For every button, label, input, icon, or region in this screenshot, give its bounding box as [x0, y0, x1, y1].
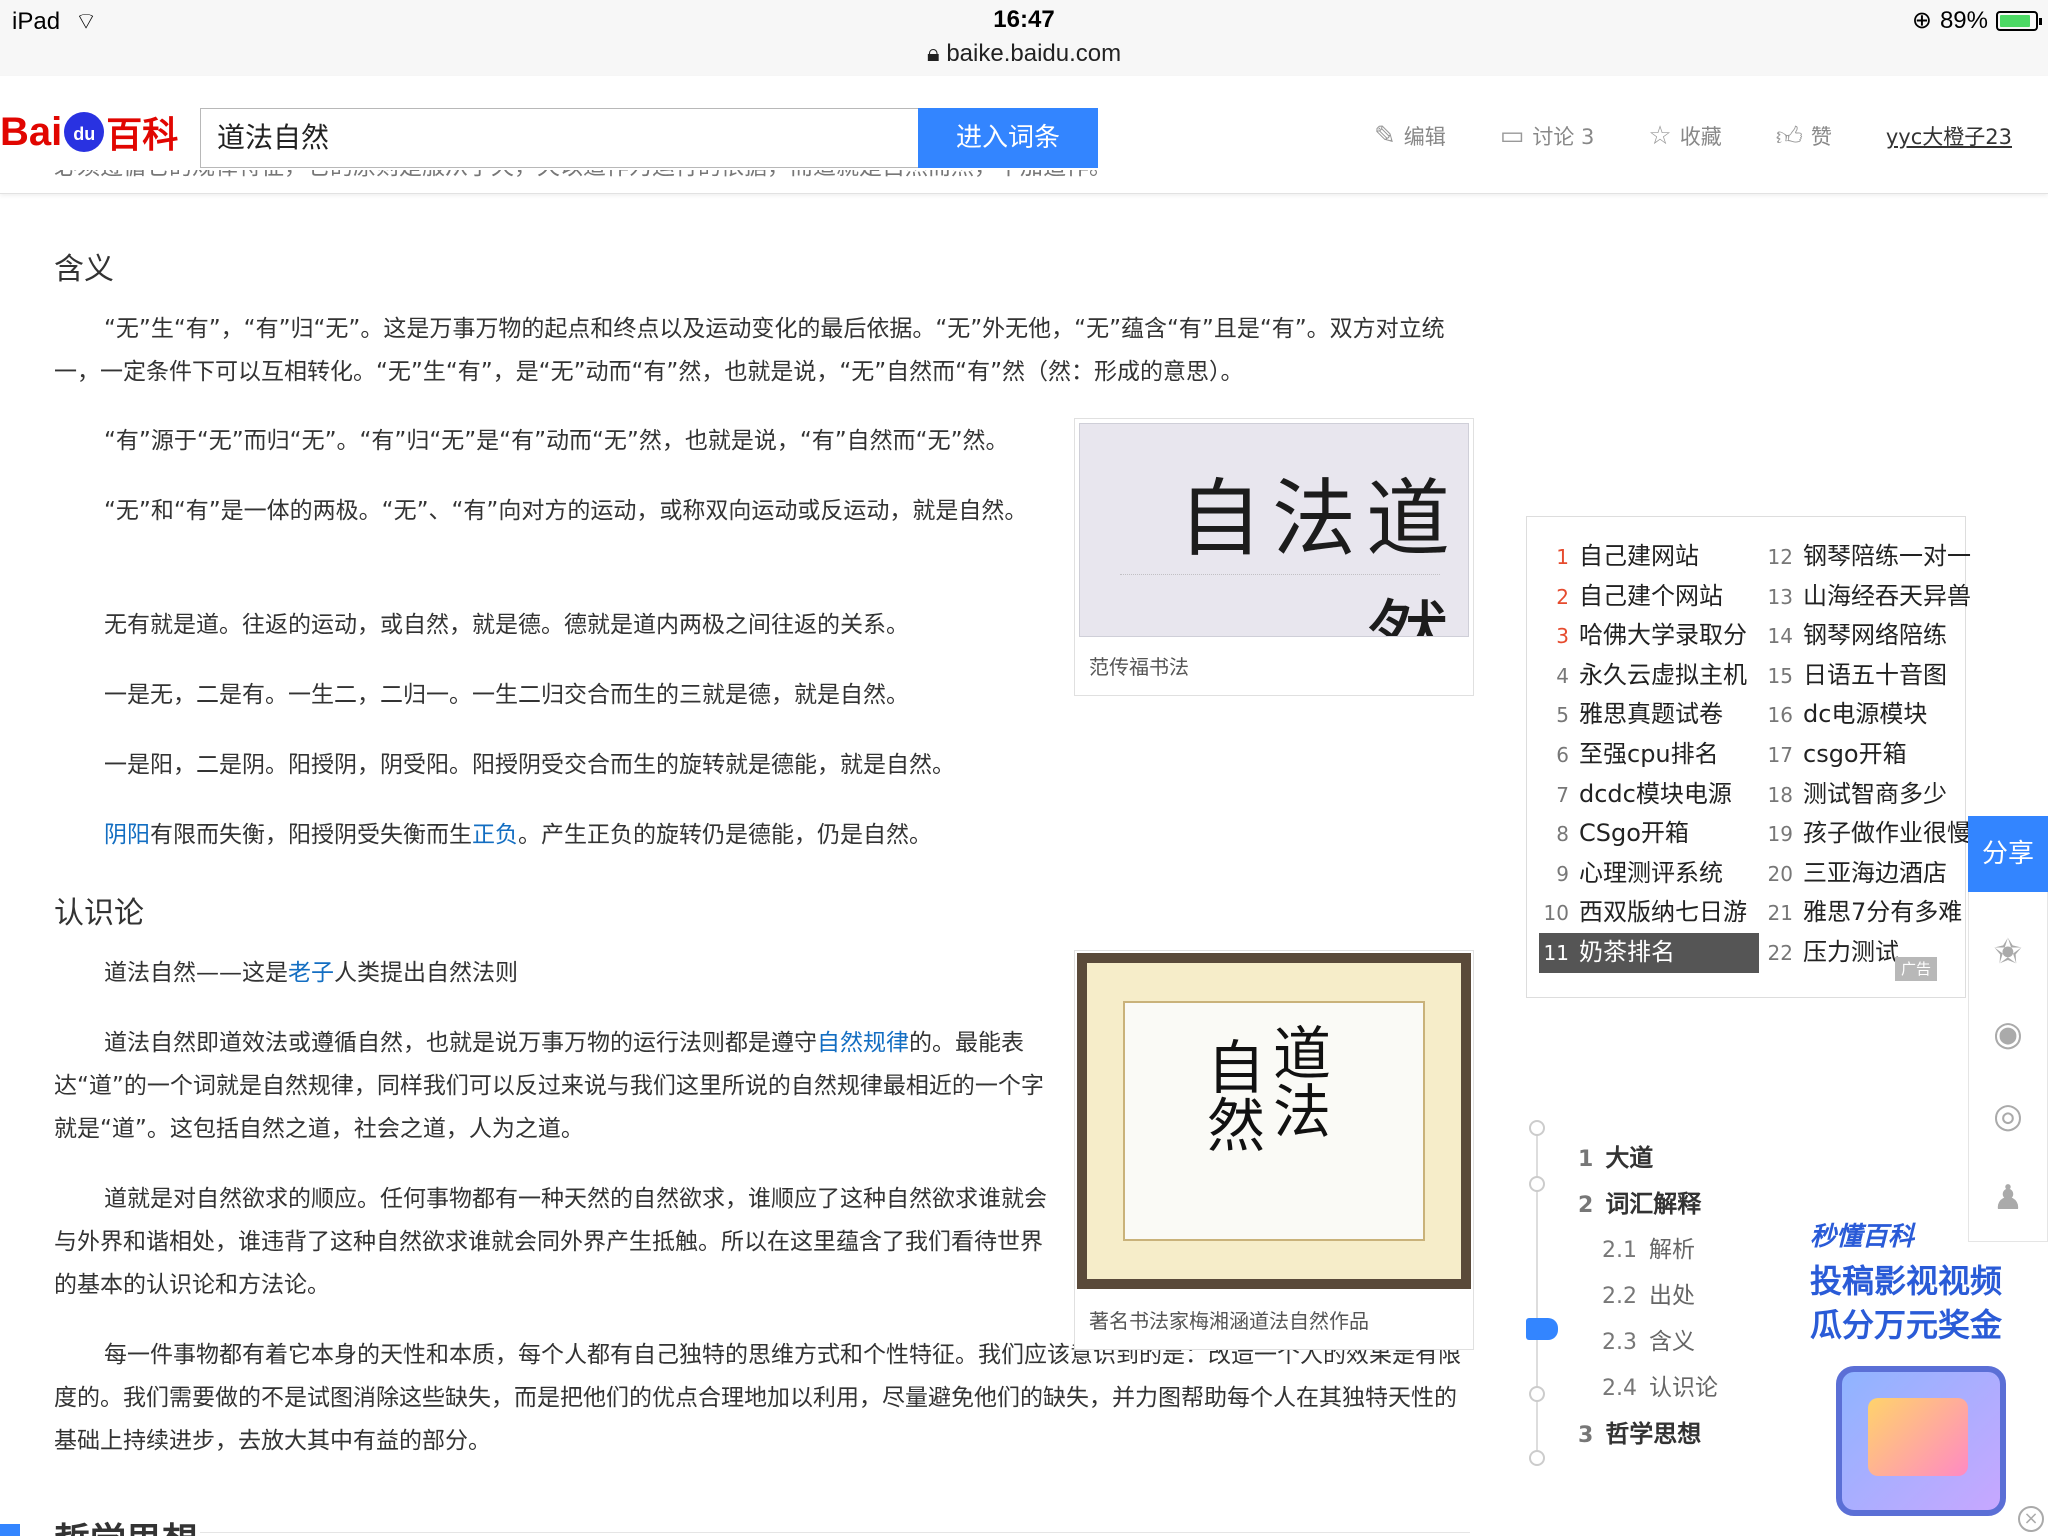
- toc-current-marker: [1526, 1318, 1558, 1340]
- entry-actions: ✎ 编辑 ▭ 讨论 3 ☆ 收藏 👍︎ 赞 yyc大橙子23: [1374, 116, 2048, 156]
- share-button[interactable]: 分享: [1968, 816, 2048, 892]
- enter-entry-button[interactable]: 进入词条: [918, 108, 1098, 168]
- ad-line-1: 投稿影视视频: [1810, 1262, 2003, 1300]
- link-yinyang[interactable]: 阴阳: [104, 822, 150, 848]
- framed-calligraphy-image-2: 道法 自然: [1077, 953, 1471, 1289]
- link-natural-law[interactable]: 自然规律: [817, 1030, 909, 1056]
- qq-icon[interactable]: ♟: [1969, 1178, 2047, 1218]
- ad-line-2: 瓜分万元奖金: [1810, 1306, 2003, 1344]
- hot-list-left: 1 自己建网站 2 自己建个网站 3 哈佛大学录取分 4 永久云虚拟主机 5 雅思真题试卷 6 至强c…: [1539, 537, 1759, 973]
- hot-search-item[interactable]: 16 dc电源模块: [1763, 695, 1983, 735]
- hot-search-item[interactable]: 5 雅思真题试卷: [1539, 695, 1759, 735]
- weibo-icon[interactable]: ◉: [1969, 1014, 2047, 1054]
- paragraph: 道法自然即道效法或遵循自然，也就是说万事万物的运行法则都是遵守自然规律的。最能表…: [54, 1030, 1044, 1142]
- share-icons: ✬ ◉ ◎ ♟: [1968, 892, 2048, 1242]
- ios-status-bar: iPad ⌔ 16:47 🔒︎ baike.baidu.com ⊕ 89%: [0, 0, 2048, 76]
- section-heading-epistemology: 认识论: [54, 896, 144, 931]
- favorite-button[interactable]: ☆ 收藏: [1648, 121, 1721, 151]
- toc-item[interactable]: 2.3 含义: [1602, 1322, 1695, 1356]
- star-icon: ☆: [1648, 121, 1672, 151]
- paw-icon: du: [64, 112, 105, 152]
- wechat-icon[interactable]: ◎: [1969, 1096, 2047, 1136]
- hot-search-item[interactable]: 8 CSgo开箱: [1539, 814, 1759, 854]
- search-input[interactable]: 道法自然: [200, 108, 918, 168]
- paragraph: 一是阳，二是阴。阳授阴，阴受阳。阳授阴受交合而生的旋转就是德能，就是自然。: [104, 752, 955, 778]
- tv-illustration: [1836, 1366, 2006, 1516]
- image-caption: 范传福书法: [1089, 655, 1189, 679]
- paragraph: 道就是对自然欲求的顺应。任何事物都有一种天然的自然欲求，谁顺应了这种自然欲求谁就…: [54, 1186, 1047, 1298]
- user-link[interactable]: yyc大橙子23: [1886, 121, 2012, 151]
- image-caption: 著名书法家梅湘涵道法自然作品: [1089, 1309, 1369, 1333]
- image-figure-1[interactable]: 道法自然 范传福书法: [1074, 418, 1474, 696]
- discuss-button[interactable]: ▭ 讨论 3: [1500, 121, 1595, 151]
- comment-icon: ▭: [1499, 121, 1525, 151]
- toc-item[interactable]: 2.2 出处: [1602, 1276, 1695, 1310]
- toc-item[interactable]: 2.1 解析: [1602, 1230, 1695, 1264]
- section-heading-meaning: 含义: [54, 252, 114, 287]
- hot-search-item[interactable]: 7 dcdc模块电源: [1539, 775, 1759, 815]
- hot-search-item[interactable]: 21 雅思7分有多难: [1763, 893, 1983, 933]
- link-zhengfu[interactable]: 正负: [472, 822, 518, 848]
- hot-search-item[interactable]: 17 csgo开箱: [1763, 735, 1983, 775]
- pencil-icon: ✎: [1373, 121, 1396, 151]
- next-section-heading: 哲学思想: [0, 1508, 1470, 1536]
- toc-item[interactable]: 1 大道: [1578, 1138, 1653, 1173]
- hot-search-item[interactable]: 11 奶茶排名: [1539, 932, 1759, 973]
- lock-icon: 🔒︎: [926, 40, 940, 67]
- hot-search-item[interactable]: 13 山海经吞天异兽: [1763, 577, 1983, 617]
- link-laozi[interactable]: 老子: [288, 960, 334, 986]
- battery-icon: [1996, 10, 2042, 31]
- edit-button[interactable]: ✎ 编辑: [1374, 121, 1446, 151]
- like-button[interactable]: 👍︎ 赞: [1776, 121, 1832, 152]
- miaodong-baike-ad[interactable]: 秒懂百科 投稿影视视频 瓜分万元奖金 ×: [1810, 1216, 2048, 1536]
- paragraph: 每一件事物都有着它本身的天性和本质，每个人都有自己独特的思维方式和个性特征。我们…: [54, 1342, 1461, 1454]
- hot-search-item[interactable]: 15 日语五十音图: [1763, 656, 1983, 696]
- paragraph: “无”和“有”是一体的两极。“无”、“有”向对方的运动，或称双向运动或反运动，就…: [104, 498, 1028, 524]
- hot-search-item[interactable]: 14 钢琴网络陪练: [1763, 616, 1983, 656]
- calligraphy-image-1: 道法自然: [1079, 423, 1469, 637]
- paragraph: “有”源于“无”而归“无”。“有”归“无”是“有”动而“无”然，也就是说，“有”…: [104, 428, 1009, 454]
- hot-search-item[interactable]: 19 孩子做作业很慢: [1763, 814, 1983, 854]
- close-icon[interactable]: ×: [2018, 1506, 2044, 1532]
- hot-search-item[interactable]: 10 西双版纳七日游: [1539, 893, 1759, 933]
- hot-search-item[interactable]: 1 自己建网站: [1539, 537, 1759, 577]
- paragraph: 道法自然——这是老子人类提出自然法则: [104, 960, 518, 986]
- hot-list-right: 12 钢琴陪练一对一 13 山海经吞天异兽 14 钢琴网络陪练 15 日语五十音图 16 dc电源…: [1763, 537, 1983, 973]
- paragraph: 阴阳有限而失衡，阳授阴受失衡而生正负。产生正负的旋转仍是德能，仍是自然。: [104, 822, 932, 848]
- toc-item[interactable]: 2 词汇解释: [1578, 1184, 1701, 1219]
- cut-off-line: 必须遵循它的规律特征，它的原则是服从于天，天以道作为运行的依据，而道就是自然而然…: [54, 170, 1254, 200]
- clock: 16:47: [993, 6, 1055, 33]
- battery-percent: 89%: [1939, 6, 1988, 34]
- hot-search-item[interactable]: 20 三亚海边酒店: [1763, 854, 1983, 894]
- toc-item[interactable]: 2.4 认识论: [1602, 1368, 1718, 1402]
- paragraph: “无”生“有”，“有”归“无”。这是万事万物的起点和终点以及运动变化的最后依据。…: [54, 316, 1445, 385]
- hot-search-item[interactable]: 18 测试智商多少: [1763, 775, 1983, 815]
- image-figure-2[interactable]: 道法 自然 著名书法家梅湘涵道法自然作品: [1074, 950, 1474, 1350]
- url-text: baike.baidu.com: [946, 40, 1122, 67]
- status-right: ⊕ 89%: [1911, 6, 2042, 35]
- hot-search-item[interactable]: 4 永久云虚拟主机: [1539, 656, 1759, 696]
- qzone-star-icon[interactable]: ✬: [1969, 932, 2047, 972]
- toc-end-dot: [1529, 1450, 1545, 1466]
- ad-brand: 秒懂百科: [1810, 1221, 1915, 1251]
- toc-item[interactable]: 3 哲学思想: [1578, 1414, 1701, 1449]
- hot-search-item[interactable]: 2 自己建个网站: [1539, 577, 1759, 617]
- address-bar[interactable]: 🔒︎ baike.baidu.com: [0, 40, 2048, 68]
- share-sidebar: 分享 ✬ ◉ ◎ ♟: [1968, 816, 2048, 1242]
- thumbs-up-icon: 👍︎: [1775, 121, 1803, 152]
- ad-label: 广告: [1895, 957, 1938, 981]
- baidu-baike-logo[interactable]: Bai du 百科: [0, 100, 178, 164]
- hot-search-item[interactable]: 12 钢琴陪练一对一: [1763, 537, 1983, 577]
- hot-search-item[interactable]: 3 哈佛大学录取分: [1539, 616, 1759, 656]
- hot-search-item[interactable]: 6 至强cpu排名: [1539, 735, 1759, 775]
- paragraph: 一是无，二是有。一生二，二归一。一生二归交合而生的三就是德，就是自然。: [104, 682, 909, 708]
- hot-search-item[interactable]: 22 压力测试: [1763, 933, 1983, 973]
- hot-search-panel: 1 自己建网站 2 自己建个网站 3 哈佛大学录取分 4 永久云虚拟主机 5 雅思真题试卷 6 至强c…: [1526, 516, 1971, 998]
- toc-start-dot: [1529, 1120, 1545, 1136]
- paragraph: 无有就是道。往返的运动，或自然，就是德。德就是道内两极之间往返的关系。: [104, 612, 909, 638]
- orientation-lock-icon: ⊕: [1911, 7, 1932, 34]
- hot-search-item[interactable]: 9 心理测评系统: [1539, 854, 1759, 894]
